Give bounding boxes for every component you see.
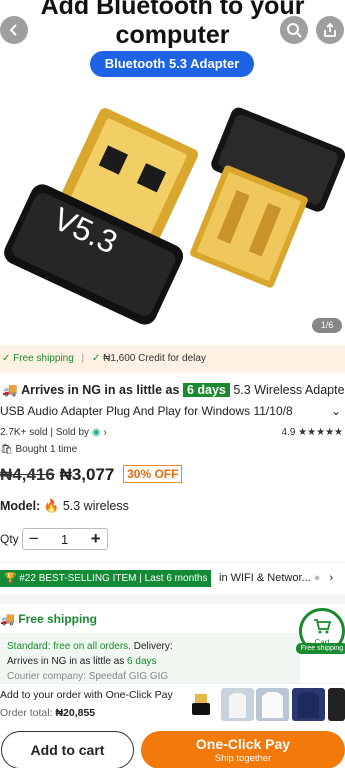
free-shipping-title[interactable]: 🚚 Free shipping — [0, 612, 97, 626]
order-thumbnail — [221, 688, 254, 721]
sale-price: ₦3,077 — [59, 465, 115, 484]
arrival-days: 6 days — [182, 383, 230, 397]
back-button[interactable] — [0, 16, 28, 44]
model-label: Model: — [0, 499, 41, 513]
shirt-thumbnail-image — [298, 692, 319, 718]
check-icon: ✓ — [91, 353, 101, 364]
truck-icon: 🚚 — [0, 612, 15, 626]
separator: | — [81, 353, 85, 364]
free-shipping-title-text: Free shipping — [18, 612, 97, 626]
chevron-left-icon — [9, 24, 17, 36]
original-price: ₦4,416 — [0, 465, 55, 484]
shipping-credit-bar[interactable]: ✓ Free shipping | ✓ ₦1,600 Credit for de… — [0, 345, 345, 373]
truck-icon: 🚚 — [2, 383, 18, 397]
arrival-prefix: Arrives in NG in as little as — [21, 383, 180, 397]
shipping-details[interactable]: Standard: free on all orders. Delivery: … — [0, 633, 300, 685]
sold-count: 2.7K+ sold — [0, 427, 48, 438]
rating-value: 4.9 — [281, 427, 296, 438]
quantity-row: Qty − 1 + — [0, 528, 108, 550]
order-thumbnail — [185, 688, 218, 721]
free-shipping-label: Free shipping — [13, 353, 74, 364]
shirt-thumbnail-image — [229, 693, 246, 718]
bought-text: Bought 1 time — [15, 444, 78, 455]
shirt-thumbnail-image — [262, 692, 283, 718]
divider — [0, 562, 345, 563]
rating[interactable]: 4.9 ★★★★★ — [281, 427, 343, 438]
courier-names: Speedaf GIG GIG — [88, 671, 169, 682]
share-button[interactable] — [316, 16, 344, 44]
info-icon: ● — [313, 572, 321, 584]
qty-label: Qty — [0, 532, 19, 546]
order-thumbnail — [256, 688, 289, 721]
chevron-right-icon[interactable]: › — [103, 427, 106, 438]
order-total: Order total: ₦20,855 — [0, 707, 95, 719]
chevron-right-icon: › — [329, 572, 334, 584]
order-thumbnail — [328, 688, 345, 721]
flame-icon: 🔥 — [43, 499, 60, 513]
image-counter: 1/6 — [312, 318, 342, 333]
dongle-thumbnail-image — [192, 694, 210, 715]
sales-meta: 2.7K+ sold | Sold by ◉ › 4.9 ★★★★★ — [0, 427, 343, 438]
trophy-icon: 🏆 — [4, 573, 17, 584]
one-click-pay-button[interactable]: One-Click Pay Ship together — [141, 731, 345, 768]
order-total-label: Order total: — [0, 707, 53, 719]
bestseller-text: #22 BEST-SELLING ITEM | Last 6 months — [19, 573, 208, 584]
cart-free-shipping-badge: Free shipping — [296, 643, 345, 654]
search-button[interactable] — [280, 16, 308, 44]
model-value: 5.3 wireless — [62, 499, 129, 513]
increment-button[interactable]: + — [85, 529, 107, 549]
order-thumbnail — [292, 688, 325, 721]
model-row[interactable]: Model: 🔥 5.3 wireless — [0, 499, 129, 514]
bestseller-category[interactable]: in WIFI & Networ... ● › — [219, 570, 333, 587]
one-click-text: Add to your order with One-Click Pay — [0, 689, 173, 701]
bought-count: 🛍 Bought 1 time — [0, 444, 77, 455]
decrement-button[interactable]: − — [23, 529, 45, 549]
arrives-days: 6 days — [127, 656, 157, 667]
arrival-line: 🚚 Arrives in NG in as little as 6 days 5… — [2, 383, 345, 398]
search-icon — [287, 23, 302, 38]
section-gap — [0, 594, 345, 604]
check-icon: ✓ — [2, 353, 11, 364]
delivery-label: Delivery: — [133, 641, 173, 652]
credit-label: ₦1,600 Credit for delay — [103, 353, 206, 364]
stars-icon: ★★★★★ — [298, 427, 343, 438]
one-click-pay-label: One-Click Pay — [195, 736, 291, 752]
bag-icon: 🛍 — [0, 444, 13, 455]
subtitle-text: USB Audio Adapter Plug And Play for Wind… — [0, 404, 293, 418]
sold-by[interactable]: Sold by — [56, 427, 89, 438]
quantity-value[interactable]: 1 — [45, 532, 85, 547]
feature-pill: Bluetooth 5.3 Adapter — [90, 51, 254, 77]
product-title: 5.3 Wireless Adapter — [233, 383, 345, 397]
discount-badge: 30% OFF — [123, 465, 183, 483]
standard-shipping-text: Standard: free on all orders. — [7, 641, 131, 652]
chevron-down-icon[interactable]: ⌄ — [331, 404, 341, 418]
order-total-value: ₦20,855 — [55, 707, 96, 719]
add-to-cart-button[interactable]: Add to cart — [1, 731, 134, 768]
one-click-panel[interactable]: Add to your order with One-Click Pay Ord… — [0, 683, 345, 727]
category-text: in WIFI & Networ... — [219, 572, 311, 584]
ship-together-label: Ship together — [214, 753, 272, 764]
share-icon — [324, 22, 336, 37]
price-row: ₦4,416 ₦3,077 30% OFF — [0, 465, 183, 485]
courier-label: Courier company: — [7, 671, 86, 682]
quantity-stepper[interactable]: − 1 + — [21, 528, 108, 550]
product-image-gallery[interactable]: V5.3 Add Bluetooth to your computer Blue… — [0, 0, 345, 338]
cart-icon — [314, 619, 332, 634]
product-subtitle[interactable]: USB Audio Adapter Plug And Play for Wind… — [0, 404, 345, 418]
bestseller-badge[interactable]: 🏆 #22 BEST-SELLING ITEM | Last 6 months — [0, 570, 212, 587]
arrives-text: Arrives in NG in as little as — [7, 656, 125, 667]
seller-badge-icon: ◉ — [91, 427, 101, 438]
